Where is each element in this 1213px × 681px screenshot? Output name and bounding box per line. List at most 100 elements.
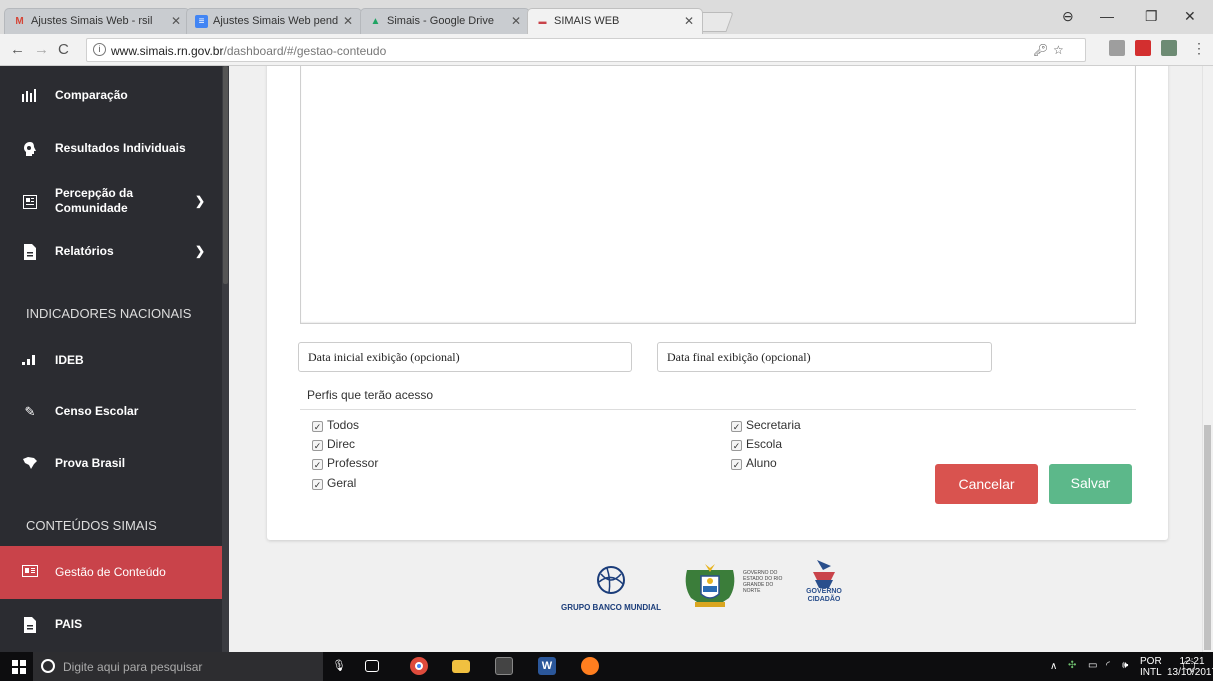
tab-gmail[interactable]: M Ajustes Simais Web - rsil ✕ — [4, 8, 190, 34]
checkbox-direc[interactable]: ✓ Direc — [312, 437, 355, 451]
data-inicial-input[interactable]: Data inicial exibição (opcional) — [298, 342, 632, 372]
sidebar-item-label: Prova Brasil — [55, 456, 126, 470]
tab-simais[interactable]: ▬ SIMAIS WEB ✕ — [527, 8, 703, 34]
checkbox-box[interactable]: ✓ — [731, 440, 742, 451]
url-text: www.simais.rn.gov.br/dashboard/#/gestao-… — [111, 44, 386, 58]
close-window-icon[interactable]: ✕ — [1184, 8, 1196, 25]
save-button[interactable]: Salvar — [1049, 464, 1132, 504]
file-icon — [22, 244, 38, 260]
extension-photo-icon[interactable] — [1161, 40, 1177, 56]
sidebar-item-relatorios[interactable]: Relatórios ❯ — [0, 244, 222, 262]
checkbox-todos[interactable]: ✓ Todos — [312, 418, 359, 432]
terminal-icon[interactable] — [495, 657, 513, 675]
checkbox-aluno[interactable]: ✓ Aluno — [731, 456, 777, 470]
perfis-title: Perfis que terão acesso — [307, 388, 434, 402]
main-scrollbar-thumb[interactable] — [1204, 425, 1211, 650]
gmail-icon: M — [15, 16, 24, 27]
close-tab-icon[interactable]: ✕ — [684, 14, 694, 28]
close-tab-icon[interactable]: ✕ — [171, 14, 181, 28]
taskbar-search[interactable]: Digite aqui para pesquisar — [33, 652, 323, 681]
sidebar-item-ideb[interactable]: IDEB — [0, 353, 222, 371]
extension-red-icon[interactable] — [1135, 40, 1151, 56]
tab-label: Ajustes Simais Web - rsil — [31, 15, 153, 27]
forward-icon[interactable]: → — [34, 41, 49, 58]
tab-docs[interactable]: ≡ Ajustes Simais Web pend ✕ — [186, 8, 362, 34]
governo-cidadao-icon — [813, 560, 835, 588]
pencil-icon: ✎ — [24, 404, 36, 419]
content-textarea[interactable] — [300, 66, 1136, 324]
data-final-input[interactable]: Data final exibição (opcional) — [657, 342, 992, 372]
sidebar-item-label: PAIS — [55, 617, 83, 631]
microphone-icon[interactable]: 🎙︎ — [330, 657, 348, 675]
minimize-icon[interactable]: — — [1100, 8, 1114, 24]
clock[interactable]: 12:21 13/10/2017 — [1127, 656, 1213, 678]
checkbox-box[interactable]: ✓ — [731, 459, 742, 470]
notification-icon[interactable]: 🗨︎ — [1180, 658, 1198, 675]
sidebar-item-prova-brasil[interactable]: Prova Brasil — [0, 456, 222, 474]
windows-start-icon[interactable] — [12, 660, 26, 674]
governo-cidadao-text-2: CIDADÃO — [807, 596, 841, 603]
sidebar-item-comparacao[interactable]: Comparação — [0, 88, 222, 106]
restore-icon[interactable]: ❐ — [1145, 8, 1158, 25]
sidebar: Comparação Resultados Individuais Percep… — [0, 66, 229, 652]
network-tray-icon[interactable]: ✣ — [1068, 660, 1076, 671]
word-icon[interactable]: W — [538, 657, 556, 675]
wifi-icon[interactable]: ◜ — [1106, 660, 1110, 671]
battery-icon[interactable]: ▭ — [1088, 660, 1097, 671]
chrome-icon[interactable] — [410, 657, 428, 675]
sidebar-item-censo[interactable]: ✎ Censo Escolar — [0, 404, 222, 422]
info-icon[interactable]: i — [93, 43, 106, 56]
chevron-down-icon[interactable]: ❯ — [195, 244, 205, 258]
task-view-icon[interactable] — [365, 660, 379, 672]
sidebar-item-label: Censo Escolar — [55, 404, 139, 418]
tab-label: Ajustes Simais Web pend — [213, 15, 339, 27]
checkbox-professor[interactable]: ✓ Professor — [312, 456, 378, 470]
checkbox-secretaria[interactable]: ✓ Secretaria — [731, 418, 801, 432]
checkbox-box[interactable]: ✓ — [312, 479, 323, 490]
key-icon[interactable]: 🔑︎ — [1033, 43, 1048, 57]
content-form-card: Data inicial exibição (opcional) Data fi… — [267, 66, 1168, 540]
close-tab-icon[interactable]: ✕ — [511, 14, 521, 28]
extension-icon[interactable] — [1109, 40, 1125, 56]
checkbox-label: Direc — [327, 437, 356, 451]
sidebar-item-label-2: Comunidade — [55, 201, 128, 215]
drive-icon: ▲ — [370, 16, 381, 27]
url-input[interactable]: i www.simais.rn.gov.br/dashboard/#/gesta… — [86, 38, 1086, 62]
reload-icon[interactable]: C — [58, 41, 69, 58]
tab-label: SIMAIS WEB — [554, 15, 620, 27]
sidebar-item-percepcao[interactable]: Percepção da Comunidade ❯ — [0, 186, 222, 218]
checkbox-box[interactable]: ✓ — [731, 421, 742, 432]
checkbox-escola[interactable]: ✓ Escola — [731, 437, 782, 451]
cortana-icon — [41, 659, 55, 673]
sidebar-item-pais[interactable]: PAIS — [0, 617, 222, 635]
checkbox-geral[interactable]: ✓ Geral — [312, 476, 356, 490]
cancel-button[interactable]: Cancelar — [935, 464, 1038, 504]
map-icon — [22, 456, 38, 472]
sidebar-item-resultados[interactable]: Resultados Individuais — [0, 141, 222, 159]
sidebar-item-label: IDEB — [55, 353, 84, 367]
file-explorer-icon[interactable] — [452, 660, 470, 673]
newspaper-icon — [22, 195, 38, 211]
checkbox-label: Geral — [327, 476, 357, 490]
checkbox-box[interactable]: ✓ — [312, 459, 323, 470]
world-bank-logo: GRUPO BANCO MUNDIAL — [551, 564, 671, 620]
tab-drive[interactable]: ▲ Simais - Google Drive ✕ — [360, 8, 530, 34]
star-icon[interactable]: ☆ — [1053, 43, 1064, 57]
profile-icon[interactable]: ⊖ — [1062, 8, 1074, 25]
main-content: Data inicial exibição (opcional) Data fi… — [229, 66, 1213, 652]
firefox-icon[interactable] — [581, 657, 599, 675]
checkbox-label: Secretaria — [746, 418, 801, 432]
menu-icon[interactable]: ⋮ — [1192, 40, 1206, 57]
checkbox-label: Todos — [327, 418, 360, 432]
checkbox-label: Professor — [327, 456, 379, 470]
back-icon[interactable]: ← — [10, 41, 25, 58]
sidebar-scrollbar-thumb[interactable] — [223, 66, 228, 284]
globe-icon — [597, 566, 625, 594]
checkbox-box[interactable]: ✓ — [312, 421, 323, 432]
sidebar-item-gestao-conteudo[interactable]: Gestão de Conteúdo — [0, 565, 222, 583]
checkbox-box[interactable]: ✓ — [312, 440, 323, 451]
tray-up-arrow-icon[interactable]: ∧ — [1050, 661, 1057, 672]
chevron-down-icon[interactable]: ❯ — [195, 194, 205, 208]
close-tab-icon[interactable]: ✕ — [343, 14, 353, 28]
governo-cidadao-logo: GOVERNO CIDADÃO — [800, 560, 848, 616]
